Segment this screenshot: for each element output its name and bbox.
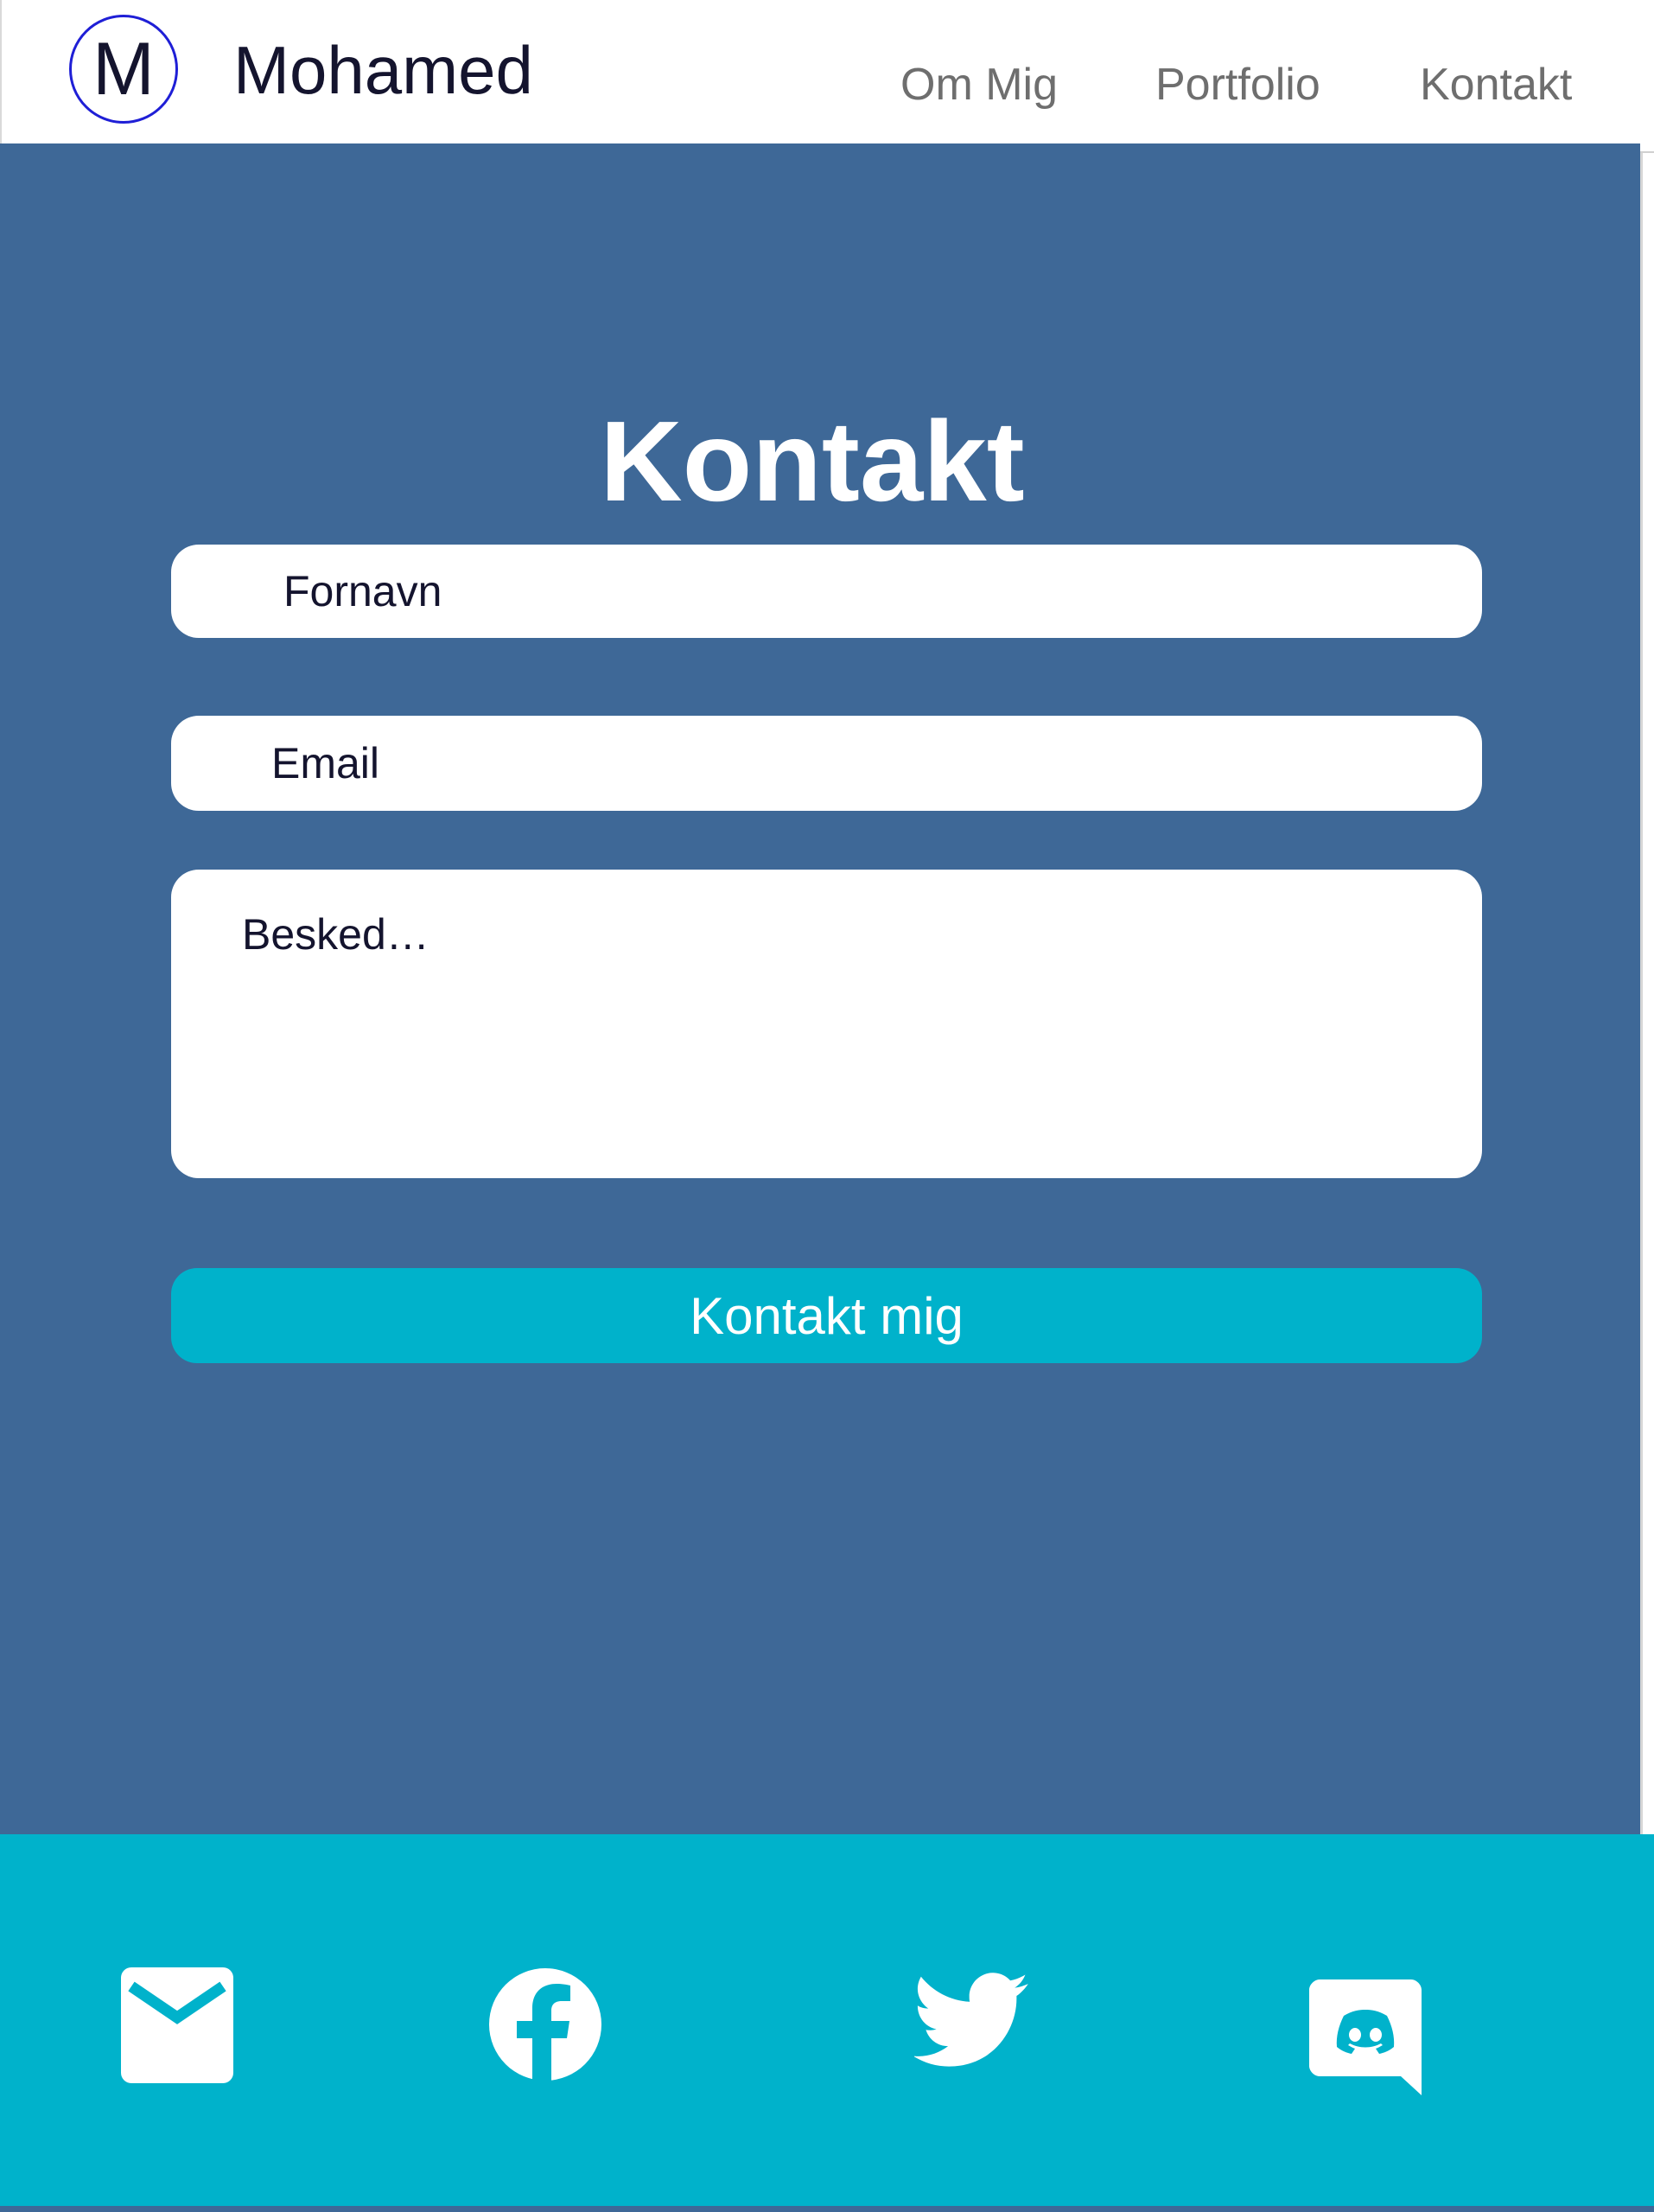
- nav-link-om-mig[interactable]: Om Mig: [900, 62, 1058, 107]
- nav-link-kontakt[interactable]: Kontakt: [1420, 62, 1572, 107]
- logo[interactable]: M: [69, 15, 178, 124]
- logo-letter: M: [92, 28, 155, 111]
- nav-link-portfolio[interactable]: Portfolio: [1155, 62, 1320, 107]
- first-name-input[interactable]: [171, 545, 1482, 638]
- footer-bottom-bar: [0, 2206, 1654, 2212]
- page-title: Kontakt: [600, 398, 1025, 525]
- brand-name[interactable]: Mohamed: [233, 36, 533, 104]
- twitter-icon[interactable]: [913, 1966, 1030, 2083]
- message-textarea[interactable]: [171, 870, 1482, 1178]
- facebook-icon[interactable]: [489, 1967, 601, 2083]
- contact-submit-button[interactable]: Kontakt mig: [171, 1268, 1482, 1363]
- site-header: M Mohamed Om Mig Portfolio Kontakt: [0, 0, 1654, 143]
- discord-icon[interactable]: [1309, 1979, 1422, 2095]
- scrollbar-track[interactable]: [1640, 153, 1654, 1834]
- email-input[interactable]: [171, 716, 1482, 811]
- mail-icon[interactable]: [121, 1967, 233, 2083]
